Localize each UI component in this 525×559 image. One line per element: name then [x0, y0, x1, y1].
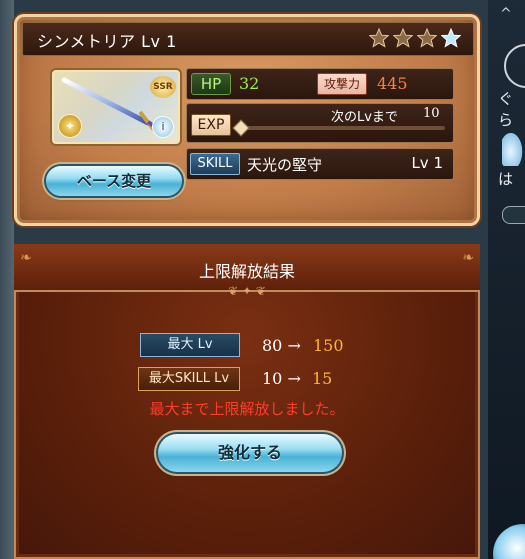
base-change-button[interactable]: ベース変更	[46, 166, 182, 196]
exp-progress-marker	[232, 119, 250, 137]
rarity-stars	[368, 27, 462, 48]
max-skill-level-from: 10 →	[262, 369, 301, 388]
card-header: シンメトリア Lv 1	[22, 22, 474, 56]
corner-ornament-icon: ❧	[462, 250, 474, 266]
skill-label: SKILL	[190, 153, 240, 175]
weapon-image[interactable]: SSR ✦ i	[52, 70, 180, 144]
hp-value: 32	[239, 74, 260, 93]
star-icon	[368, 27, 390, 48]
result-message: 最大まで上限解放しました。	[149, 400, 345, 418]
exp-label: EXP	[191, 114, 231, 136]
info-icon[interactable]: i	[152, 116, 174, 138]
chevron-up-icon[interactable]: ^	[500, 6, 512, 22]
circle-icon[interactable]	[504, 44, 525, 88]
max-skill-level-label: 最大SKILL Lv	[138, 367, 240, 391]
enhance-button[interactable]: 強化する	[158, 434, 342, 472]
droplet-icon	[502, 130, 524, 166]
result-panel-title: 上限解放結果	[198, 262, 295, 281]
skill-name: 天光の堅守	[247, 156, 323, 174]
element-light-icon: ✦	[58, 114, 82, 138]
orb-icon[interactable]	[493, 524, 525, 559]
hp-attack-row: HP 32 攻撃力 445	[186, 68, 454, 100]
ornament-divider: ❦ ✦ ❦	[228, 284, 266, 298]
side-pill-button[interactable]	[502, 206, 525, 224]
star-icon	[392, 27, 414, 48]
side-text-mid: は	[498, 170, 514, 188]
attack-label: 攻撃力	[317, 73, 367, 95]
hp-label: HP	[191, 73, 231, 95]
side-text-top: ぐら	[498, 90, 514, 129]
exp-row: EXP 次のLvまで 10	[186, 103, 454, 143]
max-level-label: 最大 Lv	[140, 333, 240, 357]
exp-next-value: 10	[423, 106, 440, 121]
exp-next-label: 次のLvまで	[331, 110, 398, 125]
max-level-to: 150	[313, 336, 344, 355]
skill-row: SKILL 天光の堅守 Lv 1	[186, 148, 454, 180]
star-highlight-icon	[440, 27, 462, 48]
corner-ornament-icon: ❧	[20, 250, 32, 266]
exp-progress-bar	[239, 126, 445, 130]
skill-level: Lv 1	[411, 154, 443, 172]
max-skill-level-to: 15	[312, 369, 333, 388]
star-icon	[416, 27, 438, 48]
max-level-from: 80 →	[262, 336, 301, 355]
attack-value: 445	[377, 74, 408, 93]
left-background-strip	[0, 0, 14, 559]
side-panel: ^ ぐら は	[488, 0, 525, 559]
weapon-title: シンメトリア Lv 1	[37, 32, 177, 51]
ssr-badge: SSR	[150, 76, 176, 98]
